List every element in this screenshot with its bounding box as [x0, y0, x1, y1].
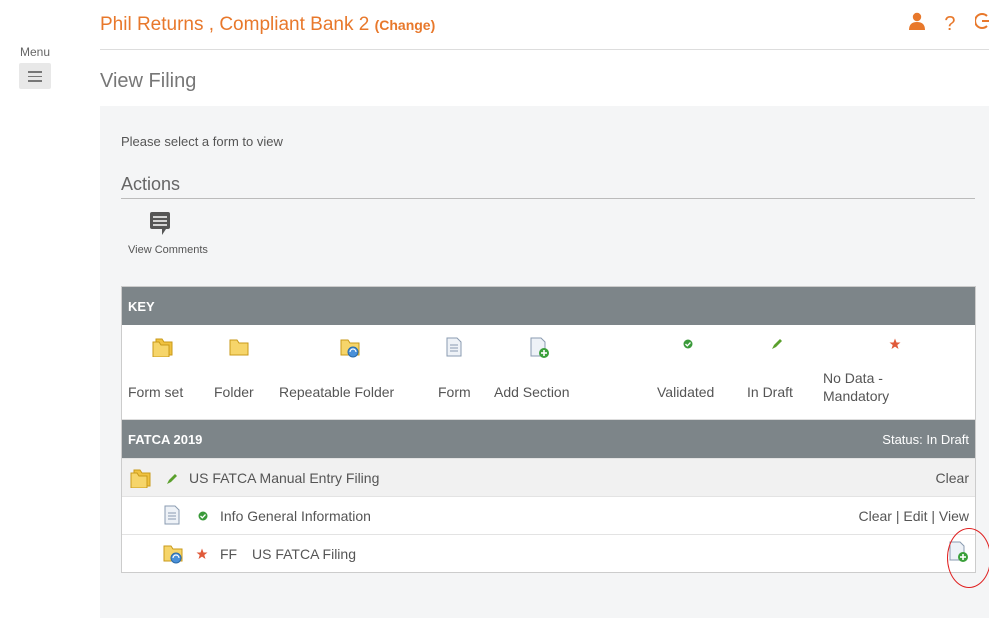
menu: Menu	[0, 45, 70, 94]
menu-label: Menu	[19, 45, 51, 59]
highlight-circle	[947, 528, 989, 588]
key-label-form-set: Form set	[128, 384, 184, 400]
key-label-folder: Folder	[214, 384, 254, 400]
repeatable-folder-icon	[340, 339, 360, 358]
row-name[interactable]: US FATCA Filing	[252, 546, 356, 562]
validated-icon	[683, 339, 693, 349]
row-name[interactable]: US FATCA Manual Entry Filing	[189, 470, 379, 486]
logout-icon[interactable]	[974, 12, 989, 36]
form-set-icon	[152, 338, 173, 357]
menu-button[interactable]	[19, 63, 51, 89]
folder-icon	[229, 339, 249, 356]
view-comments-label: View Comments	[128, 244, 208, 256]
separator: |	[931, 508, 936, 524]
header: Phil Returns , Compliant Bank 2 (Change)…	[100, 0, 989, 50]
comments-icon	[150, 212, 170, 235]
institution-name: Phil Returns , Compliant Bank 2	[100, 14, 370, 35]
add-section-icon	[530, 337, 549, 358]
help-icon[interactable]: ?	[944, 13, 955, 36]
clear-link[interactable]: Clear	[858, 508, 891, 524]
in-draft-icon	[772, 339, 782, 349]
form-icon	[446, 337, 462, 357]
row-actions: Clear | Edit | View	[858, 508, 969, 524]
form-icon	[164, 505, 180, 525]
filing-row-manual-entry[interactable]: US FATCA Manual Entry Filing Clear	[122, 458, 975, 496]
clear-link[interactable]: Clear	[936, 470, 969, 486]
row-name[interactable]: Info General Information	[220, 508, 371, 524]
filing-table: KEY Form set Folder Repeatable Folder Fo…	[121, 286, 976, 573]
header-icons: ?	[895, 12, 989, 36]
key-label-form: Form	[438, 384, 471, 400]
key-label-no-data-mandatory: No Data - Mandatory	[823, 370, 890, 404]
row-code: FF	[220, 546, 238, 562]
filing-row-general-information[interactable]: Info General Information Clear | Edit | …	[122, 496, 975, 534]
key-label-repeatable-folder: Repeatable Folder	[279, 384, 395, 400]
mandatory-icon	[196, 548, 208, 559]
change-link[interactable]: (Change)	[375, 17, 436, 33]
key-header: KEY	[122, 287, 975, 325]
user-icon[interactable]	[908, 12, 925, 36]
header-title: Phil Returns , Compliant Bank 2 (Change)	[100, 14, 435, 36]
filing-header: FATCA 2019 Status: In Draft	[122, 420, 975, 458]
filing-title: FATCA 2019	[128, 432, 203, 447]
filing-row-us-fatca-filing[interactable]: FF US FATCA Filing	[122, 534, 975, 572]
form-set-icon	[130, 469, 151, 488]
view-comments-button[interactable]: View Comments	[128, 212, 228, 256]
select-form-prompt: Please select a form to view	[121, 134, 283, 149]
key-legend: Form set Folder Repeatable Folder Form A…	[122, 325, 975, 420]
row-actions: Clear	[936, 470, 969, 486]
mandatory-icon	[889, 338, 901, 349]
view-link[interactable]: View	[939, 508, 969, 524]
main-panel: Please select a form to view Actions Vie…	[100, 106, 989, 618]
page-title: View Filing	[100, 70, 197, 92]
key-label-validated: Validated	[657, 384, 715, 400]
separator: |	[895, 508, 900, 524]
filing-status: Status: In Draft	[882, 432, 969, 447]
validated-icon	[198, 511, 208, 521]
key-label-add-section: Add Section	[494, 384, 570, 400]
in-draft-icon	[167, 474, 177, 484]
edit-link[interactable]: Edit	[903, 508, 927, 524]
actions-title: Actions	[121, 174, 975, 199]
repeatable-folder-icon	[163, 545, 183, 564]
key-label-in-draft: In Draft	[747, 384, 793, 400]
